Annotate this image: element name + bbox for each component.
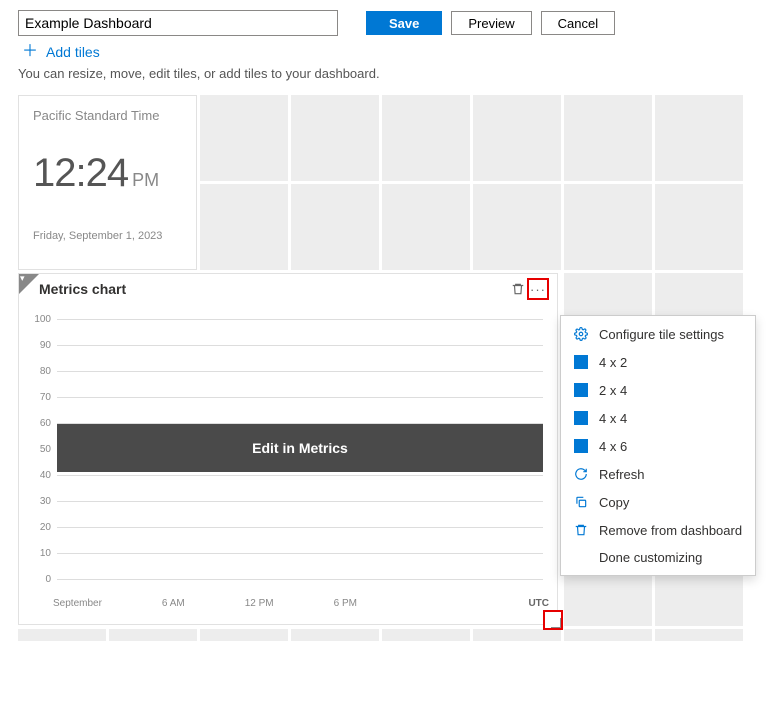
clock-ampm: PM: [132, 170, 159, 190]
y-tick: 0: [33, 574, 57, 585]
menu-label: Refresh: [599, 467, 645, 482]
square-icon: [573, 410, 589, 426]
copy-icon: [573, 494, 589, 510]
y-tick: 20: [33, 522, 57, 533]
y-tick: 50: [33, 444, 57, 455]
menu-size-4x6[interactable]: 4 x 6: [561, 432, 755, 460]
y-tick: 60: [33, 418, 57, 429]
clock-time: 12:24: [33, 151, 128, 195]
menu-remove[interactable]: Remove from dashboard: [561, 516, 755, 544]
menu-label: 4 x 2: [599, 355, 627, 370]
menu-size-2x4[interactable]: 2 x 4: [561, 376, 755, 404]
chart-plot-area: 1009080706050403020100 Edit in Metrics: [19, 300, 557, 594]
square-icon: [573, 438, 589, 454]
tile-context-menu: Configure tile settings 4 x 2 2 x 4 4 x …: [560, 315, 756, 576]
add-tiles-label: Add tiles: [46, 44, 100, 60]
clock-timezone: Pacific Standard Time: [33, 108, 182, 123]
menu-refresh[interactable]: Refresh: [561, 460, 755, 488]
chart-tz-label: UTC: [528, 598, 549, 609]
ellipsis-icon: ···: [530, 282, 546, 297]
gear-icon: [573, 326, 589, 342]
dashboard-title-input[interactable]: [18, 10, 338, 36]
menu-label: Copy: [599, 495, 629, 510]
clock-tile[interactable]: Pacific Standard Time 12:24PM Friday, Se…: [18, 95, 197, 270]
cancel-button[interactable]: Cancel: [541, 11, 615, 35]
y-tick: 80: [33, 366, 57, 377]
square-icon: [573, 382, 589, 398]
refresh-icon: [573, 466, 589, 482]
x-tick: 6 AM: [162, 598, 185, 609]
resize-handle[interactable]: [543, 610, 563, 630]
menu-label: Done customizing: [599, 550, 702, 565]
help-text: You can resize, move, edit tiles, or add…: [0, 64, 771, 95]
menu-configure-tile[interactable]: Configure tile settings: [561, 320, 755, 348]
trash-icon: [573, 522, 589, 538]
y-tick: 10: [33, 548, 57, 559]
y-tick: 30: [33, 496, 57, 507]
preview-button[interactable]: Preview: [451, 11, 531, 35]
add-tiles-button[interactable]: ＋ Add tiles: [0, 42, 771, 64]
menu-label: 4 x 6: [599, 439, 627, 454]
menu-label: 4 x 4: [599, 411, 627, 426]
more-options-button[interactable]: ···: [527, 278, 549, 300]
edit-in-metrics-button[interactable]: Edit in Metrics: [57, 424, 543, 472]
y-tick: 100: [33, 314, 57, 325]
metrics-chart-tile[interactable]: ▾ Metrics chart ··· 10090807060504030201…: [18, 273, 558, 625]
trash-icon[interactable]: [509, 280, 527, 298]
y-tick: 90: [33, 340, 57, 351]
square-icon: [573, 354, 589, 370]
x-tick: September: [53, 598, 102, 609]
menu-size-4x4[interactable]: 4 x 4: [561, 404, 755, 432]
x-tick: 12 PM: [245, 598, 274, 609]
menu-done-customizing[interactable]: Done customizing: [561, 544, 755, 571]
plus-icon: ＋: [22, 44, 38, 60]
chart-title: Metrics chart: [39, 281, 509, 297]
menu-label: 2 x 4: [599, 383, 627, 398]
y-tick: 70: [33, 392, 57, 403]
clock-date: Friday, September 1, 2023: [33, 230, 182, 242]
menu-label: Configure tile settings: [599, 327, 724, 342]
menu-copy[interactable]: Copy: [561, 488, 755, 516]
menu-size-4x2[interactable]: 4 x 2: [561, 348, 755, 376]
y-tick: 40: [33, 470, 57, 481]
menu-label: Remove from dashboard: [599, 523, 742, 538]
x-tick: 6 PM: [334, 598, 357, 609]
save-button[interactable]: Save: [366, 11, 442, 35]
